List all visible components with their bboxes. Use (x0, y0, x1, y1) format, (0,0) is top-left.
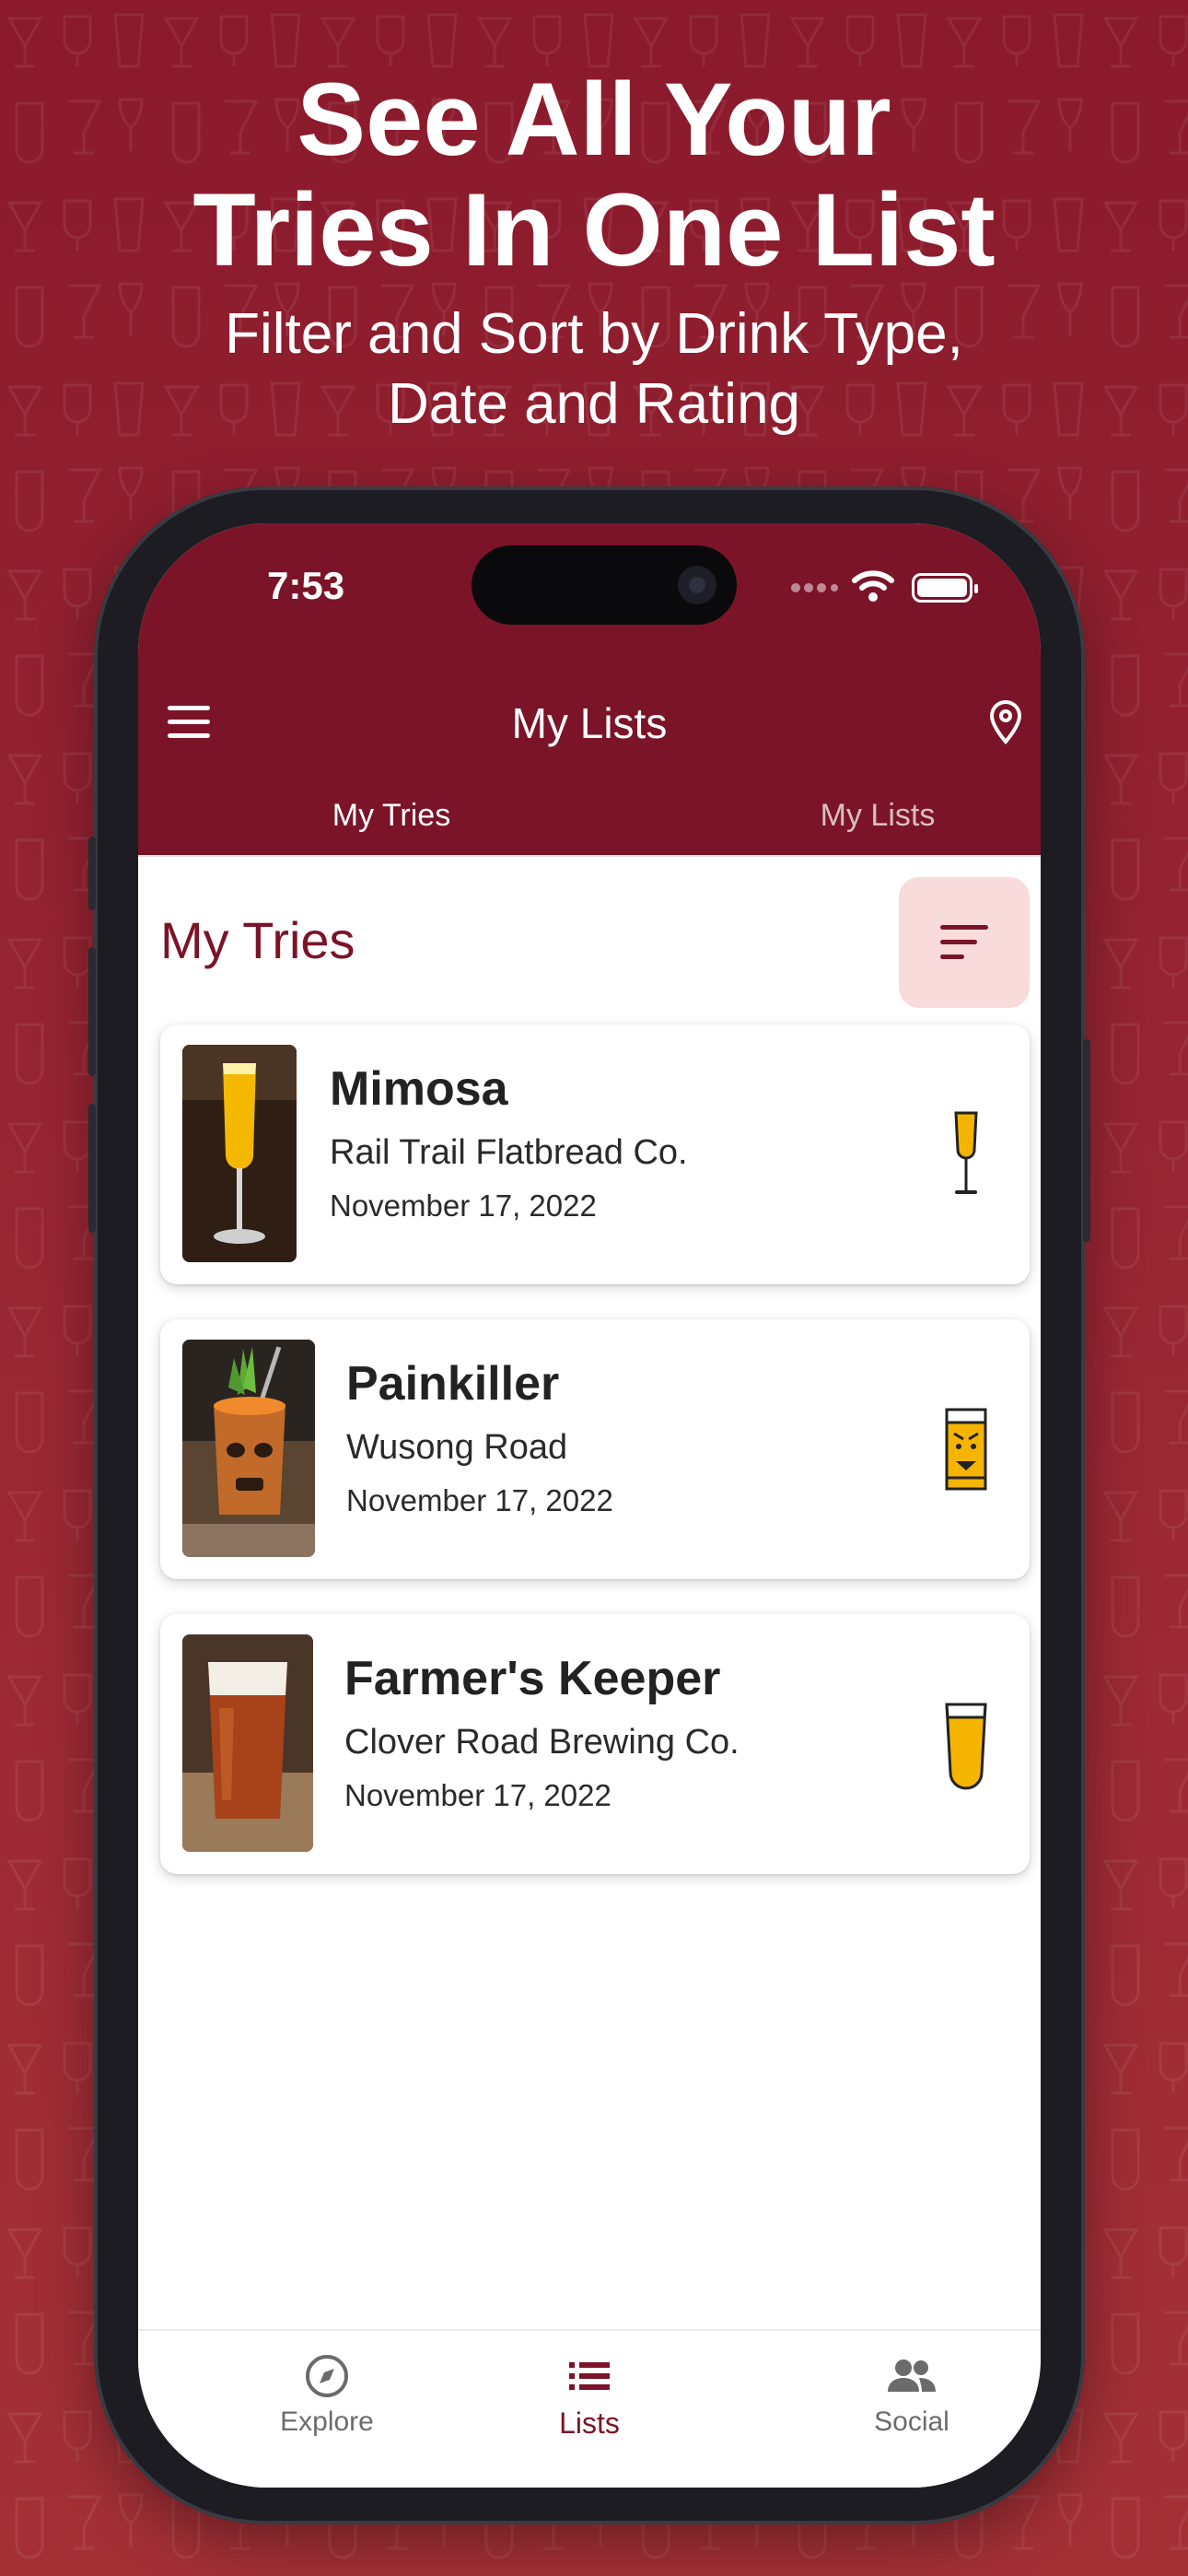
phone-side-button (88, 837, 96, 910)
app-bar: 7:53 My Lists My Tries My Lists (138, 523, 1041, 868)
wifi-icon (852, 570, 894, 602)
status-time: 7:53 (267, 564, 345, 607)
app-bar-title: My Lists (511, 699, 668, 747)
marketing-headline: See All Your Tries In One List (0, 64, 1188, 286)
status-icons (790, 568, 978, 608)
section-title: My Tries (160, 911, 355, 969)
try-card[interactable]: Farmer's Keeper Clover Road Brewing Co. … (160, 1614, 1030, 1874)
bottom-navigation: Explore Lists Social (138, 2329, 1041, 2488)
try-name: Painkiller (346, 1357, 560, 1411)
subhead-line-1: Filter and Sort by Drink Type, (225, 302, 963, 366)
try-card[interactable]: Mimosa Rail Trail Flatbread Co. November… (160, 1025, 1030, 1284)
nav-item-explore[interactable]: Explore (235, 2353, 419, 2438)
compass-icon (306, 2355, 348, 2397)
sort-filter-icon (940, 925, 988, 930)
sort-filter-button[interactable] (899, 877, 1030, 1008)
list-icon (569, 2362, 610, 2390)
try-date: November 17, 2022 (330, 1188, 597, 1223)
battery-icon (912, 573, 978, 603)
try-date: November 17, 2022 (346, 1483, 613, 1517)
phone-frame: 7:53 My Lists My Tries My Lists My Tries… (88, 486, 1090, 2524)
try-name: Farmer's Keeper (344, 1652, 721, 1705)
painkiller-photo (182, 1340, 315, 1557)
try-name: Mimosa (330, 1062, 508, 1116)
nav-item-lists[interactable]: Lists (497, 2353, 681, 2441)
phone-screen: 7:53 My Lists My Tries My Lists My Tries… (138, 523, 1041, 2488)
app-bar-divider (138, 853, 1041, 857)
try-venue: Rail Trail Flatbread Co. (330, 1133, 688, 1172)
mimosa-photo (182, 1045, 297, 1262)
nav-item-social[interactable]: Social (820, 2353, 1004, 2438)
selected-tab-indicator (384, 855, 397, 868)
people-icon (888, 2359, 936, 2392)
front-camera (678, 566, 716, 604)
headline-line-1: See All Your (297, 62, 891, 177)
subhead-line-2: Date and Rating (387, 372, 801, 436)
nav-label-explore: Explore (280, 2406, 374, 2437)
tab-my-tries[interactable]: My Tries (285, 798, 497, 834)
try-venue: Wusong Road (346, 1428, 568, 1467)
try-card[interactable]: Painkiller Wusong Road November 17, 2022 (160, 1319, 1030, 1579)
phone-power-button (1083, 1039, 1090, 1242)
try-date: November 17, 2022 (344, 1778, 611, 1812)
tiki-mug-icon (945, 1408, 987, 1491)
dynamic-island (472, 545, 737, 625)
phone-volume-up-button (88, 947, 96, 1076)
marketing-subhead: Filter and Sort by Drink Type, Date and … (0, 299, 1188, 439)
champagne-flute-icon (954, 1111, 978, 1194)
beer-photo (182, 1634, 313, 1852)
headline-line-2: Tries In One List (192, 172, 996, 287)
phone-volume-down-button (88, 1104, 96, 1233)
tab-my-lists[interactable]: My Lists (772, 798, 984, 834)
map-pin-icon[interactable] (987, 698, 1024, 746)
nav-label-social: Social (874, 2406, 949, 2437)
beer-glass-icon (945, 1703, 987, 1790)
signal-dots-icon (791, 583, 838, 592)
try-venue: Clover Road Brewing Co. (344, 1723, 740, 1762)
nav-label-lists: Lists (559, 2406, 620, 2440)
